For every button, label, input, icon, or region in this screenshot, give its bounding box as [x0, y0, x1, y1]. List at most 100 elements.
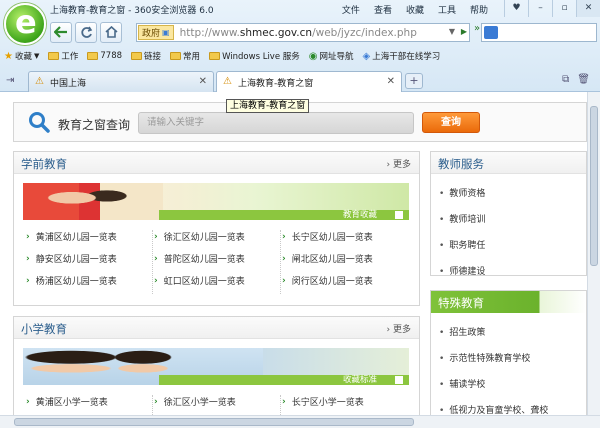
tab-china-shanghai[interactable]: ⚠ 中国上海 ✕ [28, 71, 214, 92]
warning-icon: ⚠ [223, 76, 232, 87]
verified-icon: ▣ [162, 28, 170, 37]
favorites-menu[interactable]: ★ 收藏 ▼ [4, 50, 39, 63]
primary-list: 黄浦区小学一览表 徐汇区小学一览表 长宁区小学一览表 [26, 395, 410, 408]
tab-close-icon[interactable]: ✕ [387, 76, 395, 87]
special-title: 特殊教育 [438, 296, 484, 310]
list-item[interactable]: 徐汇区小学一览表 [154, 395, 282, 408]
list-item[interactable]: 黄浦区幼儿园一览表 [26, 230, 154, 243]
go-icon[interactable]: ▶ [461, 27, 467, 36]
list-item[interactable]: 黄浦区小学一览表 [26, 395, 154, 408]
window-controls: ♥ – ▫ ✕ [504, 0, 600, 17]
list-item[interactable]: 辅读学校 [439, 377, 548, 390]
fav-folder-common[interactable]: 常用 [170, 50, 200, 62]
banner-arrow-icon [395, 376, 403, 384]
tab-shanghai-education[interactable]: ⚠ 上海教育-教育之窗 ✕ [216, 71, 402, 92]
list-item[interactable]: 静安区幼儿园一览表 [26, 252, 154, 265]
preschool-list: 黄浦区幼儿园一览表 徐汇区幼儿园一览表 长宁区幼儿园一览表 静安区幼儿园一览表 … [26, 230, 410, 287]
tab-bar: ⇥ ⚠ 中国上海 ✕ ⚠ 上海教育-教育之窗 ✕ + ⧉ 🗑 [0, 70, 600, 92]
fav-web-nav[interactable]: ◉ 网址导航 [308, 50, 354, 63]
list-item[interactable]: 职务聘任 [439, 238, 485, 251]
folder-icon [48, 52, 60, 60]
warning-icon: ⚠ [35, 76, 44, 87]
maximize-icon[interactable]: ▫ [552, 0, 576, 17]
primary-more-link[interactable]: › 更多 [387, 322, 411, 335]
magnifier-icon [29, 112, 50, 133]
trash-icon[interactable]: 🗑 [577, 74, 590, 85]
list-item[interactable]: 闸北区幼儿园一览表 [282, 252, 410, 265]
fav-folder-links[interactable]: 链接 [131, 50, 161, 62]
list-item[interactable]: 闵行区幼儿园一览表 [282, 274, 410, 287]
list-item[interactable]: 普陀区幼儿园一览表 [154, 252, 282, 265]
back-arrow-icon [54, 26, 67, 38]
menu-tools[interactable]: 工具 [438, 3, 456, 16]
list-item[interactable]: 虹口区幼儿园一览表 [154, 274, 282, 287]
banner-label: 收藏标准 [342, 375, 377, 385]
list-item[interactable]: 杨浦区幼儿园一览表 [26, 274, 154, 287]
tab-tools: ⧉ 🗑 [562, 74, 590, 85]
favorites-bar: ★ 收藏 ▼ 工作 7788 链接 常用 Windows Live 服务 ◉ 网址导航… [4, 48, 440, 64]
horizontal-scrollbar[interactable] [0, 415, 600, 428]
browser-logo-icon [4, 3, 46, 45]
navigation-buttons [50, 21, 122, 43]
back-button[interactable] [50, 21, 72, 43]
home-button[interactable] [100, 21, 122, 43]
address-dropdown-icon[interactable]: ▼ [449, 27, 455, 36]
keyword-input[interactable]: 请输入关键字 [138, 112, 414, 134]
primary-banner[interactable]: 收藏标准 [23, 348, 409, 385]
home-icon [104, 26, 118, 38]
browser-chrome: 上海教育-教育之窗 - 360安全浏览器 6.0 文件 查看 收藏 工具 帮助 … [0, 0, 600, 92]
primary-title: 小学教育 [21, 322, 67, 336]
sidebar-toggle-icon[interactable]: ⇥ [6, 75, 14, 86]
child-drawing-image [23, 183, 163, 220]
refresh-icon [80, 26, 92, 38]
preschool-banner[interactable]: 教育收藏 [23, 183, 409, 220]
list-item[interactable]: 教师资格 [439, 186, 485, 199]
list-item[interactable]: 示范性特殊教育学校 [439, 351, 548, 364]
menu-file[interactable]: 文件 [342, 3, 360, 16]
list-item[interactable]: 招生政策 [439, 325, 548, 338]
preschool-more-link[interactable]: › 更多 [387, 157, 411, 170]
refresh-button[interactable] [75, 21, 97, 43]
close-icon[interactable]: ✕ [576, 0, 600, 17]
fav-folder-7788[interactable]: 7788 [87, 51, 122, 61]
url-text[interactable]: http://www.shmec.gov.cn/web/jyzc/index.p… [180, 27, 417, 39]
menu-bar: 文件 查看 收藏 工具 帮助 [342, 3, 488, 16]
list-item[interactable]: 教师培训 [439, 212, 485, 225]
folder-icon [170, 52, 182, 60]
teacher-list: 教师资格 教师培训 职务聘任 师德建设 [439, 186, 485, 290]
fav-windows-live[interactable]: Windows Live 服务 [209, 50, 300, 62]
query-button[interactable]: 查询 [422, 112, 480, 133]
search-engine-icon[interactable] [484, 26, 498, 39]
gov-site-badge: 政府 ▣ [138, 25, 174, 40]
menu-favorites[interactable]: 收藏 [406, 3, 424, 16]
menu-help[interactable]: 帮助 [470, 3, 488, 16]
folder-icon [209, 52, 221, 60]
tab-close-icon[interactable]: ✕ [199, 76, 207, 87]
scroll-thumb[interactable] [14, 418, 414, 426]
list-item[interactable]: 长宁区幼儿园一览表 [282, 230, 410, 243]
new-tab-button[interactable]: + [405, 73, 423, 89]
teacher-title: 教师服务 [438, 157, 484, 171]
minimize-icon[interactable]: – [528, 0, 552, 17]
search-title: 教育之窗查询 [58, 118, 131, 132]
restore-tab-icon[interactable]: ⧉ [562, 74, 569, 85]
list-item[interactable]: 师德建设 [439, 264, 485, 277]
list-item[interactable]: 徐汇区幼儿园一览表 [154, 230, 282, 243]
window-title: 上海教育-教育之窗 - 360安全浏览器 6.0 [50, 6, 214, 16]
skin-icon[interactable]: ♥ [504, 0, 528, 17]
menu-view[interactable]: 查看 [374, 3, 392, 16]
vertical-scrollbar[interactable] [587, 92, 600, 415]
special-box: 特殊教育 招生政策 示范性特殊教育学校 辅读学校 低视力及盲童学校、聋校 [430, 290, 587, 415]
primary-box: 小学教育 › 更多 收藏标准 黄浦区小学一览表 徐汇区小学一览表 长宁区小学一览… [13, 316, 420, 415]
list-item[interactable]: 低视力及盲童学校、聋校 [439, 403, 548, 415]
fav-cadre-learning[interactable]: ◈ 上海干部在线学习 [363, 50, 441, 63]
search-box[interactable] [481, 23, 597, 42]
address-bar[interactable]: 政府 ▣ http://www.shmec.gov.cn/web/jyzc/in… [136, 23, 470, 42]
tab-tooltip: 上海教育-教育之窗 [226, 99, 310, 113]
globe-icon: ◉ [308, 50, 318, 62]
star-icon: ★ [4, 50, 13, 62]
folder-icon [87, 52, 99, 60]
scroll-thumb[interactable] [590, 106, 598, 266]
fav-folder-work[interactable]: 工作 [48, 50, 78, 62]
list-item[interactable]: 长宁区小学一览表 [282, 395, 410, 408]
